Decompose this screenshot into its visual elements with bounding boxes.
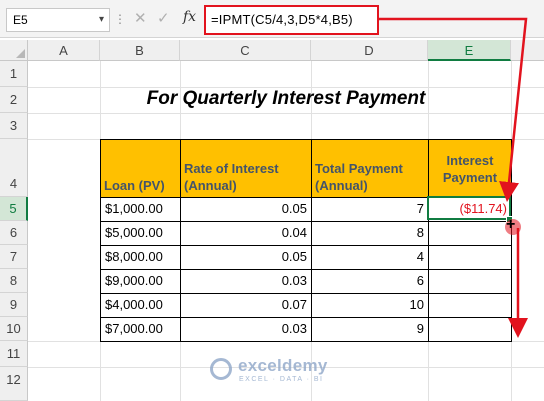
watermark-tagline: EXCEL · DATA · BI xyxy=(239,376,324,383)
row-header-2[interactable]: 2 xyxy=(0,87,28,113)
cell-rate[interactable]: 0.03 xyxy=(181,318,311,340)
row-header-4[interactable]: 4 xyxy=(0,139,28,197)
row-header-12[interactable]: 12 xyxy=(0,367,28,401)
table-border xyxy=(100,139,512,140)
cell-payment[interactable]: 6 xyxy=(312,270,428,292)
enter-icon[interactable]: ✓ xyxy=(157,9,170,27)
insert-function-icon[interactable]: fx xyxy=(183,9,196,25)
cell-loan[interactable]: $7,000.00 xyxy=(101,318,180,340)
sheet-title: For Quarterly Interest Payment xyxy=(146,88,426,109)
table-border xyxy=(180,139,181,342)
gridline xyxy=(28,113,544,114)
column-header-e[interactable]: E xyxy=(428,40,511,61)
header-payment-label: Total Payment (Annual) xyxy=(315,161,403,193)
cancel-icon[interactable]: ✕ xyxy=(134,9,147,27)
header-interest-label: Interest Payment xyxy=(442,152,498,185)
column-header-a[interactable]: A xyxy=(28,40,100,61)
table-border xyxy=(100,317,512,318)
watermark-name: exceldemy xyxy=(238,356,328,375)
row-header-5[interactable]: 5 xyxy=(0,197,28,221)
column-header-f[interactable] xyxy=(511,40,544,61)
select-all-corner[interactable] xyxy=(0,40,28,61)
table-border xyxy=(100,341,512,342)
table-border xyxy=(100,269,512,270)
more-options-icon[interactable]: ⋮ xyxy=(114,12,126,26)
cell-payment[interactable]: 9 xyxy=(312,318,428,340)
cell-payment[interactable]: 4 xyxy=(312,246,428,268)
header-rate[interactable]: Rate of Interest (Annual) xyxy=(181,140,311,197)
table-border xyxy=(100,245,512,246)
cell-loan[interactable]: $4,000.00 xyxy=(101,294,180,316)
cell-loan[interactable]: $8,000.00 xyxy=(101,246,180,268)
cell-rate[interactable]: 0.05 xyxy=(181,198,311,220)
row-header-8[interactable]: 8 xyxy=(0,269,28,293)
cell-loan[interactable]: $9,000.00 xyxy=(101,270,180,292)
cell-payment[interactable]: 10 xyxy=(312,294,428,316)
cell-payment[interactable]: 7 xyxy=(312,198,428,220)
cell-rate[interactable]: 0.07 xyxy=(181,294,311,316)
header-loan-label: Loan (PV) xyxy=(104,178,165,193)
active-cell-outline xyxy=(427,196,511,220)
row-header-9[interactable]: 9 xyxy=(0,293,28,317)
name-box[interactable]: E5 ▾ xyxy=(6,8,110,32)
exceldemy-logo-icon xyxy=(210,358,232,380)
column-header-c[interactable]: C xyxy=(180,40,311,61)
table-border xyxy=(311,139,312,342)
table-border xyxy=(428,139,429,342)
cell-payment[interactable]: 8 xyxy=(312,222,428,244)
header-rate-label: Rate of Interest (Annual) xyxy=(184,161,279,193)
cell-rate[interactable]: 0.05 xyxy=(181,246,311,268)
column-header-d[interactable]: D xyxy=(311,40,428,61)
header-payment[interactable]: Total Payment (Annual) xyxy=(312,140,428,197)
formula-input[interactable]: =IPMT(C5/4,3,D5*4,B5) xyxy=(204,5,379,35)
row-header-7[interactable]: 7 xyxy=(0,245,28,269)
select-all-triangle-icon xyxy=(16,49,25,58)
table-border xyxy=(511,139,512,342)
formula-bar: E5 ▾ ⋮ ✕ ✓ fx =IPMT(C5/4,3,D5*4,B5) xyxy=(0,0,544,38)
header-loan[interactable]: Loan (PV) xyxy=(101,140,180,197)
table-border xyxy=(100,139,101,342)
chevron-down-icon[interactable]: ▾ xyxy=(99,9,104,31)
cell-loan[interactable]: $5,000.00 xyxy=(101,222,180,244)
column-header-b[interactable]: B xyxy=(100,40,180,61)
name-box-value: E5 xyxy=(13,13,28,27)
row-header-1[interactable]: 1 xyxy=(0,61,28,87)
cell-rate[interactable]: 0.04 xyxy=(181,222,311,244)
table-border xyxy=(100,221,512,222)
row-header-11[interactable]: 11 xyxy=(0,341,28,367)
crosshair-cursor-icon: + xyxy=(506,216,516,233)
row-header-6[interactable]: 6 xyxy=(0,221,28,245)
header-interest[interactable]: Interest Payment xyxy=(429,140,511,197)
table-border xyxy=(100,293,512,294)
row-header-3[interactable]: 3 xyxy=(0,113,28,139)
cell-loan[interactable]: $1,000.00 xyxy=(101,198,180,220)
row-header-10[interactable]: 10 xyxy=(0,317,28,341)
cell-rate[interactable]: 0.03 xyxy=(181,270,311,292)
